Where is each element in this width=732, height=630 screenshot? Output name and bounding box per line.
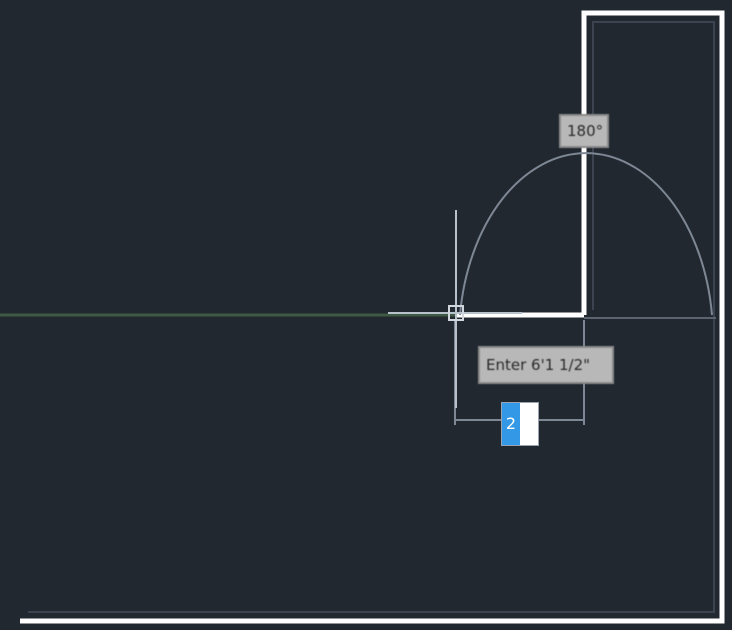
dynamic-input-field[interactable]: 2 — [501, 402, 539, 446]
drawing-canvas[interactable]: 180° Enter 6'1 1/2" 2 — [0, 0, 732, 630]
dimension-tooltip: Enter 6'1 1/2" — [478, 346, 614, 384]
dynamic-input-value[interactable]: 2 — [502, 403, 520, 445]
angle-tooltip: 180° — [559, 114, 609, 148]
drawing-geometry — [0, 10, 725, 624]
